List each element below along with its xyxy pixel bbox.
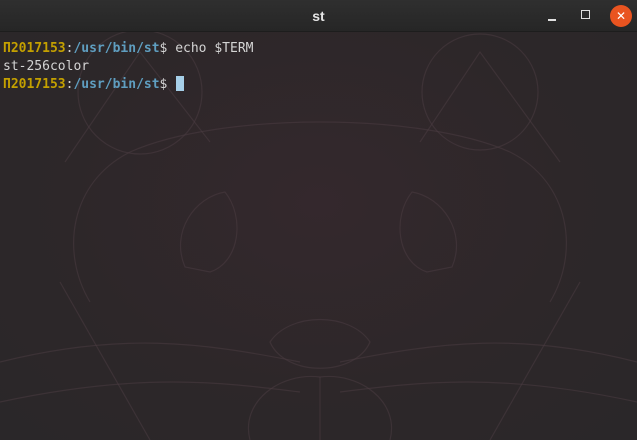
close-button[interactable]: ✕: [606, 0, 634, 32]
terminal-window: st ✕ П2017153:/usr/bin/st$ echo $TERM st…: [0, 0, 637, 440]
terminal-line: П2017153:/usr/bin/st$: [3, 76, 253, 94]
maximize-icon: [581, 10, 590, 19]
command-text: echo $TERM: [167, 41, 254, 56]
prompt-path: /usr/bin/st: [73, 77, 160, 92]
prompt-user: П2017153: [3, 41, 66, 56]
text-cursor: [176, 76, 185, 91]
minimize-icon: [548, 19, 556, 21]
minimize-button[interactable]: [538, 0, 566, 32]
terminal-line: П2017153:/usr/bin/st$ echo $TERM: [3, 40, 253, 58]
title-bar[interactable]: st ✕: [0, 0, 637, 32]
prompt-user: П2017153: [3, 77, 66, 92]
maximize-button[interactable]: [572, 0, 600, 32]
prompt-path: /usr/bin/st: [73, 41, 160, 56]
command-output: st-256color: [3, 59, 90, 74]
close-icon: ✕: [610, 5, 632, 27]
terminal-line: st-256color: [3, 58, 253, 76]
terminal-area[interactable]: П2017153:/usr/bin/st$ echo $TERM st-256c…: [0, 32, 637, 440]
terminal-output: П2017153:/usr/bin/st$ echo $TERM st-256c…: [3, 40, 253, 94]
command-input[interactable]: [167, 77, 175, 92]
